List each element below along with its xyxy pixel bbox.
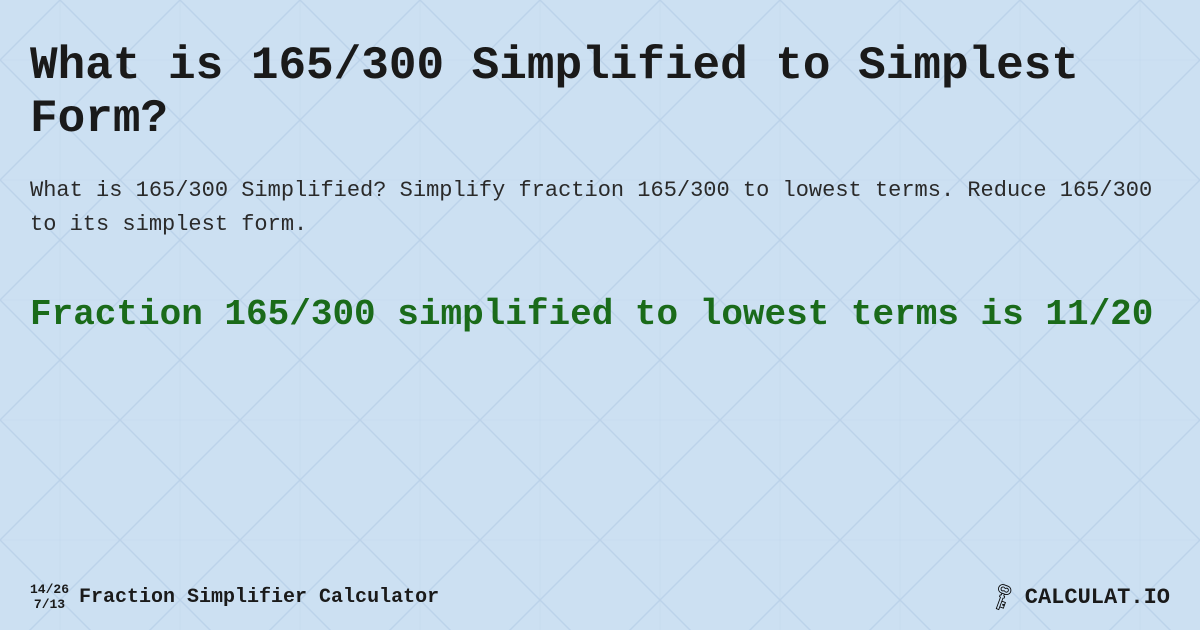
footer-right: 🗝 CALCULAT.IO bbox=[989, 585, 1170, 611]
result-text: Fraction 165/300 simplified to lowest te… bbox=[30, 292, 1170, 339]
page-title: What is 165/300 Simplified to Simplest F… bbox=[30, 40, 1170, 146]
description-text: What is 165/300 Simplified? Simplify fra… bbox=[30, 174, 1170, 242]
footer: 14/26 7/13 Fraction Simplifier Calculato… bbox=[0, 583, 1200, 612]
footer-fraction: 14/26 7/13 bbox=[30, 583, 69, 612]
footer-brand-name: Fraction Simplifier Calculator bbox=[79, 586, 439, 609]
result-section: Fraction 165/300 simplified to lowest te… bbox=[30, 292, 1170, 339]
fraction-bottom: 7/13 bbox=[34, 598, 65, 612]
key-icon: 🗝 bbox=[984, 579, 1021, 615]
footer-left: 14/26 7/13 Fraction Simplifier Calculato… bbox=[30, 583, 439, 612]
fraction-top: 14/26 bbox=[30, 583, 69, 597]
calculat-logo[interactable]: CALCULAT.IO bbox=[1025, 585, 1170, 610]
